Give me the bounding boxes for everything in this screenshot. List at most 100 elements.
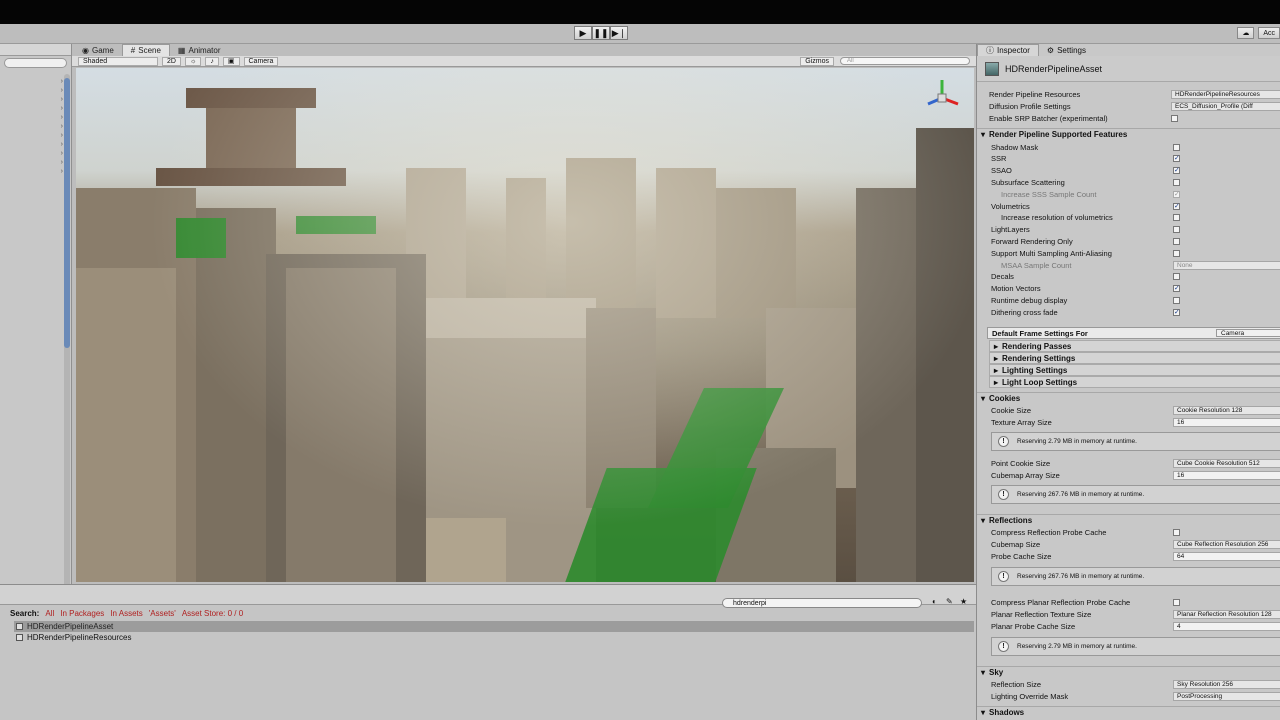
feature-label: SSR <box>991 154 1007 164</box>
chevron-right-icon[interactable]: › <box>61 78 63 85</box>
feature-checkbox[interactable]: ✓ <box>1173 285 1180 293</box>
tab-inspector[interactable]: ⓘ Inspector <box>977 44 1039 56</box>
hierarchy-tab-bar <box>0 44 71 56</box>
tab-settings[interactable]: ⚙ Settings <box>1039 44 1094 56</box>
feature-checkbox[interactable] <box>1173 249 1180 257</box>
scope-assets[interactable]: 'Assets' <box>149 609 176 618</box>
foldout-light-loop-settings[interactable]: ▸ Light Loop Settings <box>989 376 1280 388</box>
lighting-override-dropdown[interactable]: PostProcessing <box>1173 691 1280 701</box>
feature-checkbox[interactable]: ✓ <box>1173 167 1180 175</box>
chevron-right-icon[interactable]: › <box>61 87 63 94</box>
star-icon[interactable]: ★ <box>960 597 967 606</box>
scope-all[interactable]: All <box>45 609 54 618</box>
compress-reflection-checkbox[interactable] <box>1173 528 1180 536</box>
scope-in-packages[interactable]: In Packages <box>60 609 104 618</box>
probe-cache-size-input[interactable]: 64 <box>1173 551 1280 561</box>
cloud-button[interactable]: ☁ <box>1237 27 1255 39</box>
2d-toggle[interactable]: 2D <box>162 56 181 66</box>
info-text: Reserving 267.76 MB in memory at runtime… <box>1017 573 1145 580</box>
feature-checkbox[interactable]: ✓ <box>1173 155 1180 163</box>
feature-checkbox[interactable]: ✓ <box>1173 308 1180 316</box>
exclamation-icon: ! <box>998 489 1009 500</box>
scope-in-assets[interactable]: In Assets <box>110 609 142 618</box>
texture-array-size-input[interactable]: 16 <box>1173 417 1280 427</box>
scope-asset-store[interactable]: Asset Store: 0 / 0 <box>182 609 243 618</box>
shading-mode-dropdown[interactable]: Shaded <box>78 56 158 66</box>
compress-planar-checkbox[interactable] <box>1173 598 1180 606</box>
render-pipeline-resources-field[interactable]: HDRenderPipelineResources <box>1171 89 1280 99</box>
chevron-right-icon[interactable]: › <box>61 114 63 121</box>
foldout-lighting-settings[interactable]: ▸ Lighting Settings <box>989 364 1280 376</box>
chevron-right-icon[interactable]: › <box>61 159 63 166</box>
cookie-size-dropdown[interactable]: Cookie Resolution 128 <box>1173 405 1280 415</box>
image-icon: ▣ <box>227 58 235 65</box>
chevron-right-icon[interactable]: › <box>61 96 63 103</box>
field-label: Planar Reflection Texture Size <box>991 609 1092 619</box>
foldout-rendering-settings[interactable]: ▸ Rendering Settings <box>989 352 1280 364</box>
info-icon: ⓘ <box>986 46 994 55</box>
pause-button[interactable]: ❚❚ <box>592 26 610 40</box>
hierarchy-search[interactable] <box>4 58 67 68</box>
srp-batcher-checkbox[interactable] <box>1171 114 1178 122</box>
point-cookie-size-dropdown[interactable]: Cube Cookie Resolution 512 <box>1173 458 1280 468</box>
window-top-bar <box>0 0 1280 24</box>
account-button[interactable]: Acc <box>1258 27 1280 39</box>
feature-checkbox[interactable] <box>1173 143 1180 151</box>
step-button[interactable]: ▶❘ <box>610 26 628 40</box>
chevron-right-icon[interactable]: › <box>61 150 63 157</box>
feature-checkbox[interactable] <box>1173 296 1180 304</box>
cubemap-size-dropdown[interactable]: Cube Reflection Resolution 256 <box>1173 539 1280 549</box>
diffusion-profile-field[interactable]: ECS_Diffusion_Profile (Diff <box>1171 101 1280 111</box>
scene-search[interactable]: All <box>840 57 970 65</box>
chevron-right-icon[interactable]: › <box>61 132 63 139</box>
lighting-toggle[interactable]: ☼ <box>184 56 202 66</box>
frame-settings-row: Default Frame Settings For Camera <box>987 327 1280 339</box>
planar-cache-size-input[interactable]: 4 <box>1173 621 1280 631</box>
frame-settings-dropdown[interactable]: Camera <box>1216 329 1280 337</box>
feature-checkbox[interactable]: ✓ <box>1173 202 1180 210</box>
project-search-input[interactable]: hdrenderpi <box>722 598 922 608</box>
atmospheric-haze <box>76 68 974 582</box>
gizmos-dropdown[interactable]: Gizmos <box>800 56 834 66</box>
list-item[interactable]: HDRenderPipelineAsset <box>14 621 974 632</box>
chevron-right-icon[interactable]: › <box>61 123 63 130</box>
section-sky[interactable]: ▾ Sky <box>977 666 1280 678</box>
chevron-right-icon[interactable]: › <box>61 141 63 148</box>
tab-game[interactable]: ◉ Game <box>74 44 122 56</box>
hierarchy-scrollbar-thumb[interactable] <box>64 78 70 348</box>
foldout-rendering-passes[interactable]: ▸ Rendering Passes <box>989 340 1280 352</box>
feature-checkbox[interactable] <box>1173 214 1180 222</box>
feature-checkbox[interactable] <box>1173 237 1180 245</box>
field-row: Render Pipeline Resources HDRenderPipelin… <box>977 88 1280 100</box>
feature-label: SSAO <box>991 166 1012 176</box>
scene-viewport[interactable] <box>76 68 974 582</box>
chevron-right-icon[interactable]: › <box>61 105 63 112</box>
sky-reflection-size-dropdown[interactable]: Sky Resolution 256 <box>1173 679 1280 689</box>
tab-scene[interactable]: # Scene <box>121 44 170 56</box>
section-cookies[interactable]: ▾ Cookies <box>977 392 1280 404</box>
toolbar-right: ☁ Acc <box>1237 27 1280 39</box>
list-item[interactable]: HDRenderPipelineResources <box>14 632 974 643</box>
tab-animator[interactable]: ▦ Animator <box>170 44 229 56</box>
camera-dropdown[interactable]: Camera <box>243 56 279 66</box>
feature-checkbox[interactable] <box>1173 273 1180 281</box>
feature-row: Increase SSS Sample Count ✓ <box>977 188 1280 200</box>
planar-texture-size-dropdown[interactable]: Planar Reflection Resolution 128 <box>1173 609 1280 619</box>
feature-checkbox[interactable] <box>1173 178 1180 186</box>
label-icon[interactable]: ✎ <box>946 597 953 606</box>
cubemap-array-size-input[interactable]: 16 <box>1173 470 1280 480</box>
orientation-gizmo[interactable] <box>922 76 962 116</box>
section-reflections[interactable]: ▾ Reflections <box>977 514 1280 526</box>
chevron-right-icon[interactable]: › <box>61 168 63 175</box>
filter-type-icon[interactable]: ◐ <box>932 597 937 606</box>
feature-checkbox[interactable]: ✓ <box>1173 190 1180 198</box>
feature-dropdown[interactable]: None <box>1173 260 1280 270</box>
effects-toggle[interactable]: ▣ <box>222 56 240 66</box>
play-button[interactable]: ▶ <box>574 26 592 40</box>
section-shadows[interactable]: ▾ Shadows <box>977 706 1280 718</box>
project-file-list: HDRenderPipelineAsset HDRenderPipelineRe… <box>14 621 974 643</box>
section-header[interactable]: ▾ Render Pipeline Supported Features <box>977 128 1280 140</box>
field-label: Diffusion Profile Settings <box>989 101 1071 111</box>
feature-checkbox[interactable] <box>1173 226 1180 234</box>
audio-toggle[interactable]: ♪ <box>205 56 219 66</box>
